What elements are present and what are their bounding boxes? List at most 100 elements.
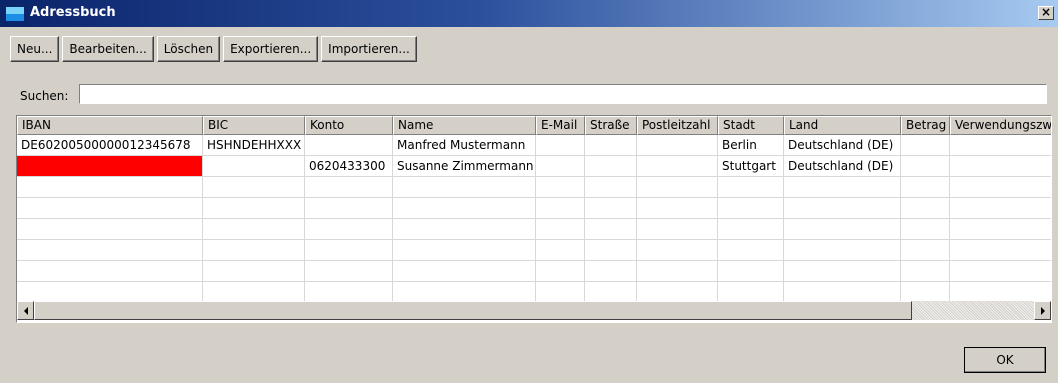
column-header-bic[interactable]: BIC bbox=[203, 116, 305, 135]
cell-bic[interactable] bbox=[203, 156, 305, 177]
cell-land[interactable] bbox=[784, 219, 901, 240]
cell-verwendungszweck[interactable] bbox=[950, 198, 1051, 219]
cell-name[interactable] bbox=[393, 198, 536, 219]
cell-bic[interactable] bbox=[203, 282, 305, 303]
cell-stadt[interactable] bbox=[718, 198, 784, 219]
cell-verwendungszweck[interactable] bbox=[950, 240, 1051, 261]
table-row[interactable] bbox=[17, 240, 1051, 261]
cell-stadt[interactable] bbox=[718, 219, 784, 240]
cell-plz[interactable] bbox=[637, 240, 718, 261]
cell-betrag[interactable] bbox=[901, 282, 950, 303]
cell-strasse[interactable] bbox=[585, 261, 637, 282]
cell-name[interactable]: Susanne Zimmermann bbox=[393, 156, 536, 177]
column-header-plz[interactable]: Postleitzahl bbox=[637, 116, 718, 135]
cell-bic[interactable] bbox=[203, 219, 305, 240]
cell-plz[interactable] bbox=[637, 261, 718, 282]
cell-land[interactable] bbox=[784, 177, 901, 198]
table-row[interactable] bbox=[17, 282, 1051, 303]
cell-bic[interactable] bbox=[203, 261, 305, 282]
table-row[interactable]: 0620433300 Susanne Zimmermann Stuttgart Deu… bbox=[17, 156, 1051, 177]
cell-iban[interactable] bbox=[17, 198, 203, 219]
table-row[interactable] bbox=[17, 177, 1051, 198]
scroll-right-button[interactable] bbox=[1034, 301, 1051, 320]
export-button[interactable]: Exportieren... bbox=[223, 36, 319, 62]
cell-konto[interactable]: 0620433300 bbox=[305, 156, 393, 177]
horizontal-scrollbar[interactable] bbox=[17, 301, 1051, 320]
cell-betrag[interactable] bbox=[901, 135, 950, 156]
column-header-verwendungszweck[interactable]: Verwendungszw bbox=[950, 116, 1051, 135]
cell-betrag[interactable] bbox=[901, 261, 950, 282]
cell-email[interactable] bbox=[536, 219, 585, 240]
cell-stadt[interactable]: Berlin bbox=[718, 135, 784, 156]
cell-iban[interactable] bbox=[17, 156, 203, 177]
cell-bic[interactable]: HSHNDEHHXXX bbox=[203, 135, 305, 156]
cell-betrag[interactable] bbox=[901, 198, 950, 219]
cell-betrag[interactable] bbox=[901, 219, 950, 240]
cell-email[interactable] bbox=[536, 198, 585, 219]
cell-name[interactable] bbox=[393, 261, 536, 282]
cell-iban[interactable] bbox=[17, 219, 203, 240]
table-row[interactable] bbox=[17, 198, 1051, 219]
table-row[interactable]: DE60200500000012345678 HSHNDEHHXXX Manfred… bbox=[17, 135, 1051, 156]
cell-stadt[interactable]: Stuttgart bbox=[718, 156, 784, 177]
cell-strasse[interactable] bbox=[585, 219, 637, 240]
cell-name[interactable] bbox=[393, 219, 536, 240]
cell-stadt[interactable] bbox=[718, 240, 784, 261]
cell-plz[interactable] bbox=[637, 177, 718, 198]
edit-button[interactable]: Bearbeiten... bbox=[62, 36, 154, 62]
cell-strasse[interactable] bbox=[585, 135, 637, 156]
cell-land[interactable]: Deutschland (DE) bbox=[784, 135, 901, 156]
cell-iban[interactable] bbox=[17, 282, 203, 303]
import-button[interactable]: Importieren... bbox=[321, 36, 417, 62]
column-header-name[interactable]: Name bbox=[393, 116, 536, 135]
cell-konto[interactable] bbox=[305, 177, 393, 198]
column-header-iban[interactable]: IBAN bbox=[17, 116, 203, 135]
title-bar[interactable]: Adressbuch × bbox=[0, 0, 1058, 27]
column-header-stadt[interactable]: Stadt bbox=[718, 116, 784, 135]
cell-stadt[interactable] bbox=[718, 261, 784, 282]
cell-land[interactable] bbox=[784, 198, 901, 219]
cell-verwendungszweck[interactable] bbox=[950, 261, 1051, 282]
cell-konto[interactable] bbox=[305, 282, 393, 303]
scrollbar-thumb[interactable] bbox=[34, 301, 912, 320]
column-header-betrag[interactable]: Betrag bbox=[901, 116, 950, 135]
cell-verwendungszweck[interactable] bbox=[950, 135, 1051, 156]
cell-stadt[interactable] bbox=[718, 177, 784, 198]
cell-konto[interactable] bbox=[305, 219, 393, 240]
cell-iban[interactable] bbox=[17, 240, 203, 261]
new-button[interactable]: Neu... bbox=[10, 36, 60, 62]
cell-plz[interactable] bbox=[637, 135, 718, 156]
cell-email[interactable] bbox=[536, 135, 585, 156]
cell-bic[interactable] bbox=[203, 177, 305, 198]
cell-konto[interactable] bbox=[305, 261, 393, 282]
cell-verwendungszweck[interactable] bbox=[950, 219, 1051, 240]
cell-name[interactable] bbox=[393, 177, 536, 198]
cell-stadt[interactable] bbox=[718, 282, 784, 303]
cell-strasse[interactable] bbox=[585, 198, 637, 219]
cell-betrag[interactable] bbox=[901, 177, 950, 198]
cell-land[interactable] bbox=[784, 261, 901, 282]
cell-email[interactable] bbox=[536, 177, 585, 198]
column-header-konto[interactable]: Konto bbox=[305, 116, 393, 135]
cell-strasse[interactable] bbox=[585, 156, 637, 177]
cell-iban[interactable] bbox=[17, 261, 203, 282]
cell-konto[interactable] bbox=[305, 240, 393, 261]
cell-email[interactable] bbox=[536, 261, 585, 282]
cell-betrag[interactable] bbox=[901, 240, 950, 261]
cell-land[interactable] bbox=[784, 240, 901, 261]
close-icon[interactable]: × bbox=[1038, 6, 1054, 20]
cell-strasse[interactable] bbox=[585, 240, 637, 261]
cell-verwendungszweck[interactable] bbox=[950, 282, 1051, 303]
cell-bic[interactable] bbox=[203, 198, 305, 219]
cell-iban[interactable] bbox=[17, 177, 203, 198]
column-header-strasse[interactable]: Straße bbox=[585, 116, 637, 135]
cell-land[interactable] bbox=[784, 282, 901, 303]
search-input[interactable] bbox=[79, 84, 1047, 104]
table-row[interactable] bbox=[17, 219, 1051, 240]
delete-button[interactable]: Löschen bbox=[156, 36, 221, 62]
cell-verwendungszweck[interactable] bbox=[950, 177, 1051, 198]
cell-plz[interactable] bbox=[637, 219, 718, 240]
cell-name[interactable] bbox=[393, 240, 536, 261]
cell-email[interactable] bbox=[536, 282, 585, 303]
cell-email[interactable] bbox=[536, 156, 585, 177]
